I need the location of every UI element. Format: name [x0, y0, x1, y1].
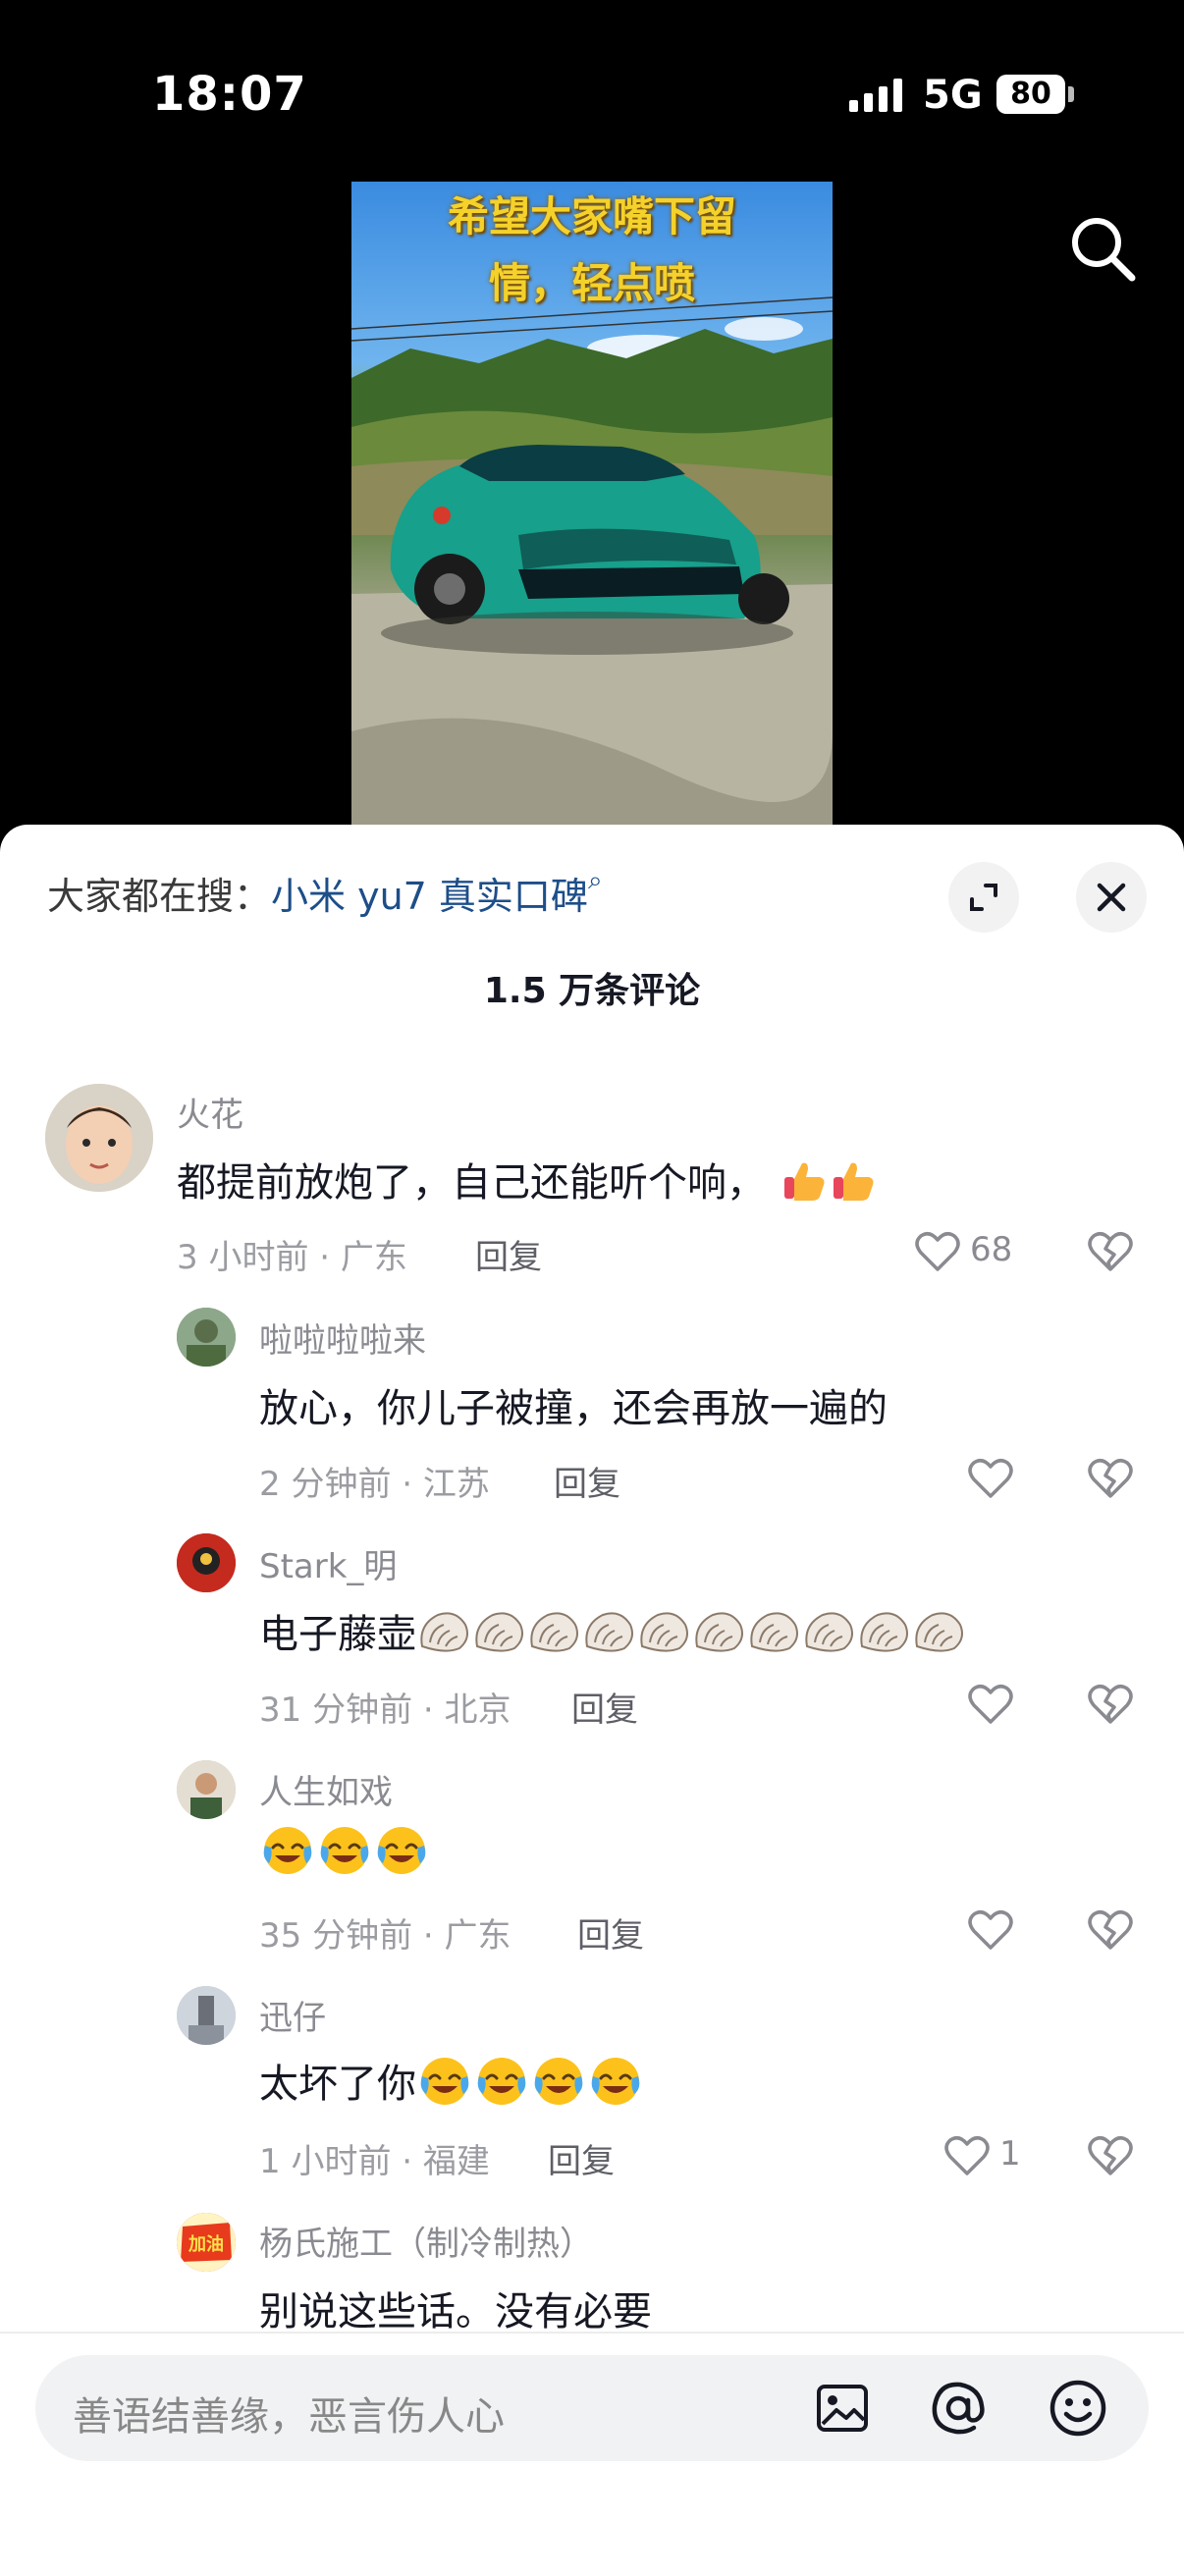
heart-like-icon[interactable]	[944, 2135, 990, 2176]
avatar-image	[177, 1308, 236, 1367]
at-mention-icon[interactable]	[927, 2377, 990, 2440]
close-icon	[1097, 883, 1126, 912]
broken-heart-dislike-icon[interactable]	[1088, 1458, 1133, 1499]
broken-heart-dislike-icon[interactable]	[1088, 1909, 1133, 1951]
baby-face-avatar-image	[45, 1084, 153, 1192]
reply-button[interactable]: 回复	[577, 1908, 644, 1957]
comment-user-name[interactable]: 啦啦啦啦来	[259, 1314, 426, 1362]
avatar[interactable]	[177, 1986, 236, 2045]
avatar[interactable]	[177, 1308, 236, 1367]
heart-like-icon[interactable]	[968, 1909, 1013, 1951]
comment-time-location: 1 小时前 · 福建	[259, 2142, 490, 2181]
network-label: 5G	[923, 73, 983, 118]
search-suggestion-prefix: 大家都在搜：	[47, 875, 272, 918]
avatar-image	[177, 1533, 236, 1592]
avatar[interactable]	[177, 1760, 236, 1819]
comment-user-name[interactable]: 杨氏施工（制冷制热）	[259, 2217, 593, 2265]
broken-heart-dislike-icon[interactable]	[1088, 1684, 1133, 1725]
reply-button[interactable]: 回复	[571, 1683, 638, 1731]
reply-button[interactable]: 回复	[554, 1457, 620, 1505]
seashell-emoji-icon	[471, 1607, 526, 1666]
search-suggestion-keyword[interactable]: 小米 yu7 真实口碑	[271, 875, 588, 918]
laughing-crying-emoji-icon	[416, 2055, 473, 2118]
comment-text	[259, 1824, 430, 1887]
laughing-crying-emoji-icon	[373, 1824, 430, 1887]
seashell-emoji-icon	[526, 1607, 581, 1666]
battery-tip	[1068, 86, 1074, 102]
comment-text: 太坏了你	[259, 2052, 644, 2118]
avatar[interactable]: 加油	[177, 2213, 236, 2272]
seashell-emoji-icon	[746, 1607, 801, 1666]
signal-icon	[849, 79, 902, 112]
close-button[interactable]	[1076, 862, 1147, 933]
battery-indicator: 80	[996, 75, 1065, 114]
reply-button[interactable]: 回复	[548, 2134, 615, 2182]
laughing-crying-emoji-icon	[530, 2055, 587, 2118]
like-count: 68	[970, 1230, 1013, 1269]
comment-count: 1.5 万条评论	[483, 971, 701, 1011]
search-suggestion[interactable]: 大家都在搜：小米 yu7 真实口碑⌕	[47, 866, 603, 920]
laughing-crying-emoji-icon	[259, 1824, 316, 1887]
avatar[interactable]	[177, 1533, 236, 1592]
video-caption-line-1: 希望大家嘴下留	[447, 192, 736, 241]
reply-button[interactable]: 回复	[475, 1230, 542, 1278]
heart-like-icon[interactable]	[915, 1231, 960, 1272]
avatar-image	[177, 1760, 236, 1819]
search-small-icon: ⌕	[587, 866, 603, 895]
seashell-emoji-icon	[416, 1607, 471, 1666]
comment-input[interactable]: 善语结善缘，恶言伤人心	[35, 2355, 1149, 2461]
seashell-emoji-icon	[636, 1607, 691, 1666]
expand-icon	[970, 884, 997, 911]
comment-user-name[interactable]: Stark_明	[259, 1539, 397, 1587]
comment-text-body: 太坏了你	[259, 2062, 416, 2107]
comment-text-body: 电子藤壶	[259, 1612, 416, 1657]
avatar[interactable]	[45, 1084, 153, 1192]
comment-time-location: 35 分钟前 · 广东	[259, 1916, 511, 1956]
heart-like-icon[interactable]	[968, 1684, 1013, 1725]
image-icon[interactable]	[811, 2377, 874, 2440]
seashell-emoji-icon	[581, 1607, 636, 1666]
avatar-badge-text: 加油	[188, 2233, 224, 2255]
comment-text: 都提前放炮了，自己还能听个响，	[177, 1151, 877, 1214]
thumbs-up-emoji-icon	[779, 1155, 828, 1214]
comment-user-name[interactable]: 迅仔	[259, 1991, 326, 2039]
avatar-image	[177, 1986, 236, 2045]
comment-text: 别说这些话。没有必要	[259, 2289, 652, 2334]
comment-time-location: 3 小时前 · 广东	[177, 1238, 407, 1277]
video-caption-line-2: 情，轻点喷	[488, 259, 695, 307]
broken-heart-dislike-icon[interactable]	[1088, 2135, 1133, 2176]
like-count: 1	[999, 2134, 1021, 2174]
comment-text: 电子藤壶	[259, 1602, 966, 1666]
expand-button[interactable]	[948, 862, 1019, 933]
search-icon[interactable]	[1065, 211, 1140, 286]
laughing-crying-emoji-icon	[316, 1824, 373, 1887]
jiayou-badge-avatar-image: 加油	[177, 2213, 236, 2272]
heart-like-icon[interactable]	[968, 1458, 1013, 1499]
seashell-emoji-icon	[801, 1607, 856, 1666]
laughing-crying-emoji-icon	[587, 2055, 644, 2118]
broken-heart-dislike-icon[interactable]	[1088, 1231, 1133, 1272]
comment-item: 火花 都提前放炮了，自己还能听个响，	[0, 1080, 1184, 1217]
seashell-emoji-icon	[856, 1607, 911, 1666]
comment-input-placeholder: 善语结善缘，恶言伤人心	[73, 2394, 505, 2440]
video-thumbnail[interactable]: 希望大家嘴下留 情，轻点喷	[351, 182, 833, 825]
comment-time-location: 2 分钟前 · 江苏	[259, 1465, 490, 1504]
emoji-smile-icon[interactable]	[1047, 2377, 1109, 2440]
status-time: 18:07	[152, 67, 307, 122]
comment-user-name[interactable]: 火花	[177, 1088, 243, 1136]
comment-text-body: 都提前放炮了，自己还能听个响，	[177, 1160, 766, 1206]
seashell-emoji-icon	[911, 1607, 966, 1666]
comment-sheet: 大家都在搜：小米 yu7 真实口碑⌕ 1.5 万条评论 火花 都提前放炮了，自己…	[0, 825, 1184, 2574]
seashell-emoji-icon	[691, 1607, 746, 1666]
thumbs-up-emoji-icon	[828, 1155, 877, 1214]
laughing-crying-emoji-icon	[473, 2055, 530, 2118]
comment-user-name[interactable]: 人生如戏	[259, 1765, 393, 1813]
comment-time-location: 31 分钟前 · 北京	[259, 1690, 511, 1730]
comment-input-bar: 善语结善缘，恶言伤人心	[0, 2332, 1184, 2576]
comment-text: 放心，你儿子被撞，还会再放一遍的	[259, 1386, 888, 1431]
